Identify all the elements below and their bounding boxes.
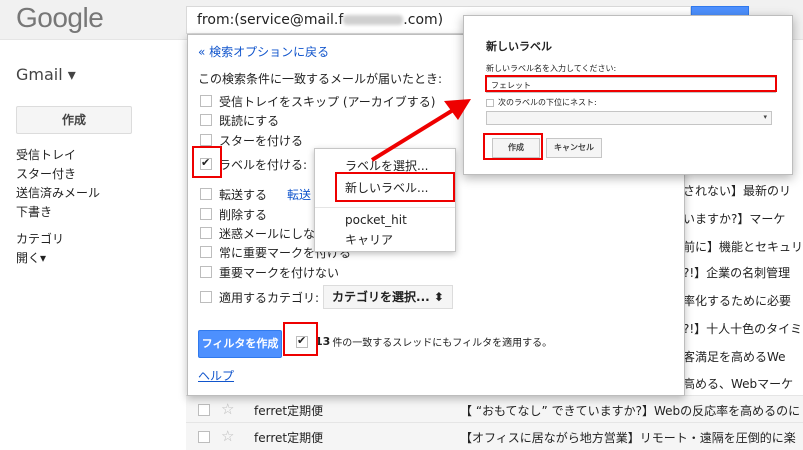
dialog-title: 新しいラベル: [486, 40, 552, 53]
sidebar-item-starred[interactable]: スター付き: [16, 165, 100, 184]
google-logo[interactable]: Google: [16, 2, 104, 34]
category-select[interactable]: カテゴリを選択... ⬍: [323, 285, 453, 309]
menu-item-label[interactable]: pocket_hit: [345, 213, 407, 227]
mail-snippet[interactable]: 高める、Webマーケ: [683, 375, 793, 392]
mark-read-checkbox[interactable]: [200, 114, 212, 126]
gmail-menu-title[interactable]: Gmail ▾: [16, 65, 76, 84]
nest-label-checkbox[interactable]: [486, 98, 494, 107]
mail-snippet[interactable]: ?!】十人十色のタイミ: [683, 320, 802, 337]
star-icon[interactable]: ☆: [221, 427, 234, 445]
mail-snippet[interactable]: ?!】企業の名刺管理: [683, 264, 790, 281]
row-checkbox[interactable]: [198, 404, 210, 416]
mail-snippet[interactable]: いますか?】マーケ: [683, 210, 785, 227]
sidebar-item-categories[interactable]: カテゴリ: [16, 230, 100, 249]
mail-subject: 【オフィスに居ながら地方営業】リモート・遠隔を圧倒的に楽: [460, 431, 796, 445]
mail-sender: ferret定期便: [254, 404, 324, 418]
dialog-cancel-button[interactable]: キャンセル: [546, 138, 602, 158]
option-never-spam[interactable]: 迷惑メールにしない: [200, 224, 327, 242]
star-checkbox[interactable]: [200, 134, 212, 146]
skip-inbox-checkbox[interactable]: [200, 95, 212, 107]
highlight-label-input: [485, 75, 777, 92]
dialog-prompt: 新しいラベル名を入力してください:: [486, 64, 617, 73]
option-mark-read[interactable]: 既読にする: [200, 111, 279, 129]
apply-to-matching: 13 件の一致するスレッドにもフィルタを適用する。: [296, 334, 552, 349]
never-important-checkbox[interactable]: [200, 266, 212, 278]
table-row[interactable]: ☆ ferret定期便 【オフィスに居ながら地方営業】リモート・遠隔を圧倒的に楽: [186, 422, 803, 450]
mail-snippet[interactable]: 前に】機能とセキュリ: [683, 238, 803, 255]
highlight-create-button: [483, 133, 543, 160]
row-checkbox[interactable]: [198, 431, 210, 443]
sidebar-item-drafts[interactable]: 下書き: [16, 203, 100, 222]
back-to-search-options-link[interactable]: « 検索オプションに戻る: [198, 43, 329, 60]
mail-sender: ferret定期便: [254, 431, 324, 445]
sidebar-item-sent[interactable]: 送信済みメール: [16, 184, 100, 203]
option-delete[interactable]: 削除する: [200, 205, 267, 223]
highlight-new-label-item: [335, 172, 455, 202]
table-row[interactable]: ☆ ferret定期便 【 “おもてなし” できていますか?】Webの反応率を高…: [186, 395, 803, 423]
blurred-text: [343, 15, 404, 25]
highlight-label-checkbox: [192, 146, 222, 178]
sidebar-nav: 受信トレイ スター付き 送信済みメール 下書き カテゴリ 開く▾: [16, 146, 100, 268]
never-spam-checkbox[interactable]: [200, 227, 212, 239]
always-important-checkbox[interactable]: [200, 246, 212, 258]
sidebar-item-more[interactable]: 開く▾: [16, 249, 100, 268]
mail-snippet[interactable]: 客満足を高めるWe: [683, 348, 786, 365]
forward-address-link[interactable]: 転送: [287, 186, 311, 203]
category-checkbox[interactable]: [200, 291, 212, 303]
create-filter-button[interactable]: フィルタを作成: [198, 330, 282, 358]
parent-label-select[interactable]: ▾: [486, 111, 772, 125]
option-never-important[interactable]: 重要マークを付けない: [200, 263, 339, 281]
chevron-down-icon: ▾: [763, 113, 767, 121]
mail-snippet[interactable]: 率化するために必要: [683, 292, 791, 309]
star-icon[interactable]: ☆: [221, 400, 234, 418]
menu-divider: [315, 207, 455, 208]
compose-button[interactable]: 作成: [16, 106, 132, 134]
nest-label-option[interactable]: 次のラベルの下位にネスト:: [486, 97, 597, 108]
search-query: from:(service@mail.f .com): [197, 12, 444, 28]
option-skip-inbox[interactable]: 受信トレイをスキップ (アーカイブする): [200, 92, 435, 110]
option-forward[interactable]: 転送する 転送: [200, 185, 311, 203]
highlight-apply-checkbox: [283, 322, 318, 356]
mail-snippet[interactable]: されない】最新のリ: [683, 182, 791, 199]
option-category[interactable]: 適用するカテゴリ: カテゴリを選択... ⬍: [200, 285, 453, 309]
sidebar-item-inbox[interactable]: 受信トレイ: [16, 146, 100, 165]
mail-subject: 【 “おもてなし” できていますか?】Webの反応率を高めるのに: [460, 404, 801, 418]
menu-item-label[interactable]: キャリア: [345, 231, 393, 248]
apply-existing-label: 件の一致するスレッドにもフィルタを適用する。: [332, 338, 553, 349]
forward-checkbox[interactable]: [200, 188, 212, 200]
filter-criteria-heading: この検索条件に一致するメールが届いたとき:: [198, 72, 443, 86]
help-link[interactable]: ヘルプ: [198, 367, 234, 384]
delete-checkbox[interactable]: [200, 208, 212, 220]
